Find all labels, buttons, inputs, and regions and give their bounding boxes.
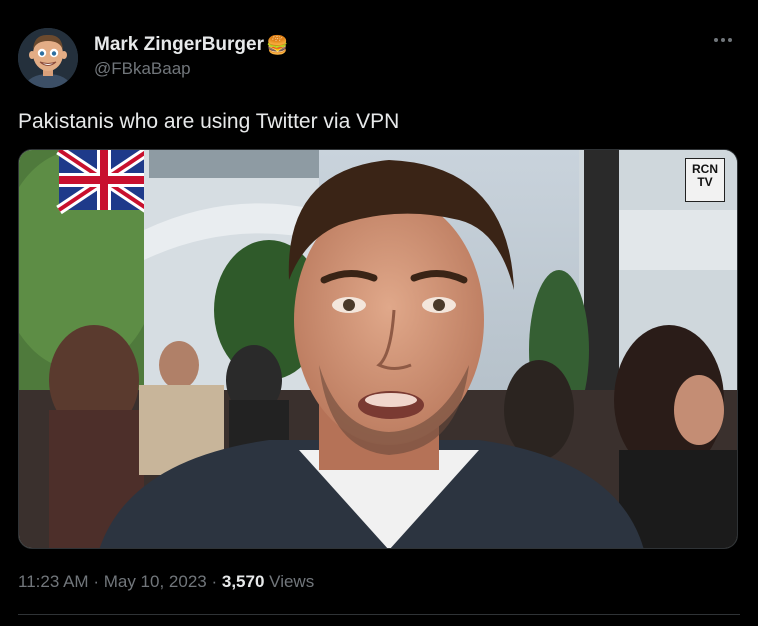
author-display-name[interactable]: Mark ZingerBurger 🍔 [94,34,288,56]
author-name-text: Mark ZingerBurger [94,34,264,55]
tweet-media[interactable]: RCN TV [18,149,738,549]
tweet-date[interactable]: May 10, 2023 [104,572,207,591]
tweet: Mark ZingerBurger 🍔 @FBkaBaap Pakistanis … [0,0,758,626]
media-image [19,150,737,548]
burger-emoji: 🍔 [265,35,289,55]
tweet-meta: 11:23 AM · May 10, 2023 · 3,570 Views [18,570,314,594]
cartoon-avatar-icon [18,28,78,88]
author-handle[interactable]: @FBkaBaap [94,58,288,80]
tweet-time[interactable]: 11:23 AM [18,572,89,591]
tweet-text: Pakistanis who are using Twitter via VPN [18,110,400,133]
views-count[interactable]: 3,570 [222,572,265,591]
meta-separator: · [93,572,99,591]
more-dots-icon[interactable] [710,30,736,50]
views-label: Views [269,572,315,591]
avatar[interactable] [18,28,78,88]
meta-separator: · [211,572,218,591]
divider [18,614,740,615]
rcn-tv-watermark: RCN TV [685,158,725,202]
author-names: Mark ZingerBurger 🍔 @FBkaBaap [94,34,288,80]
tweet-header: Mark ZingerBurger 🍔 @FBkaBaap [18,28,738,88]
watermark-line2: TV [697,175,713,189]
